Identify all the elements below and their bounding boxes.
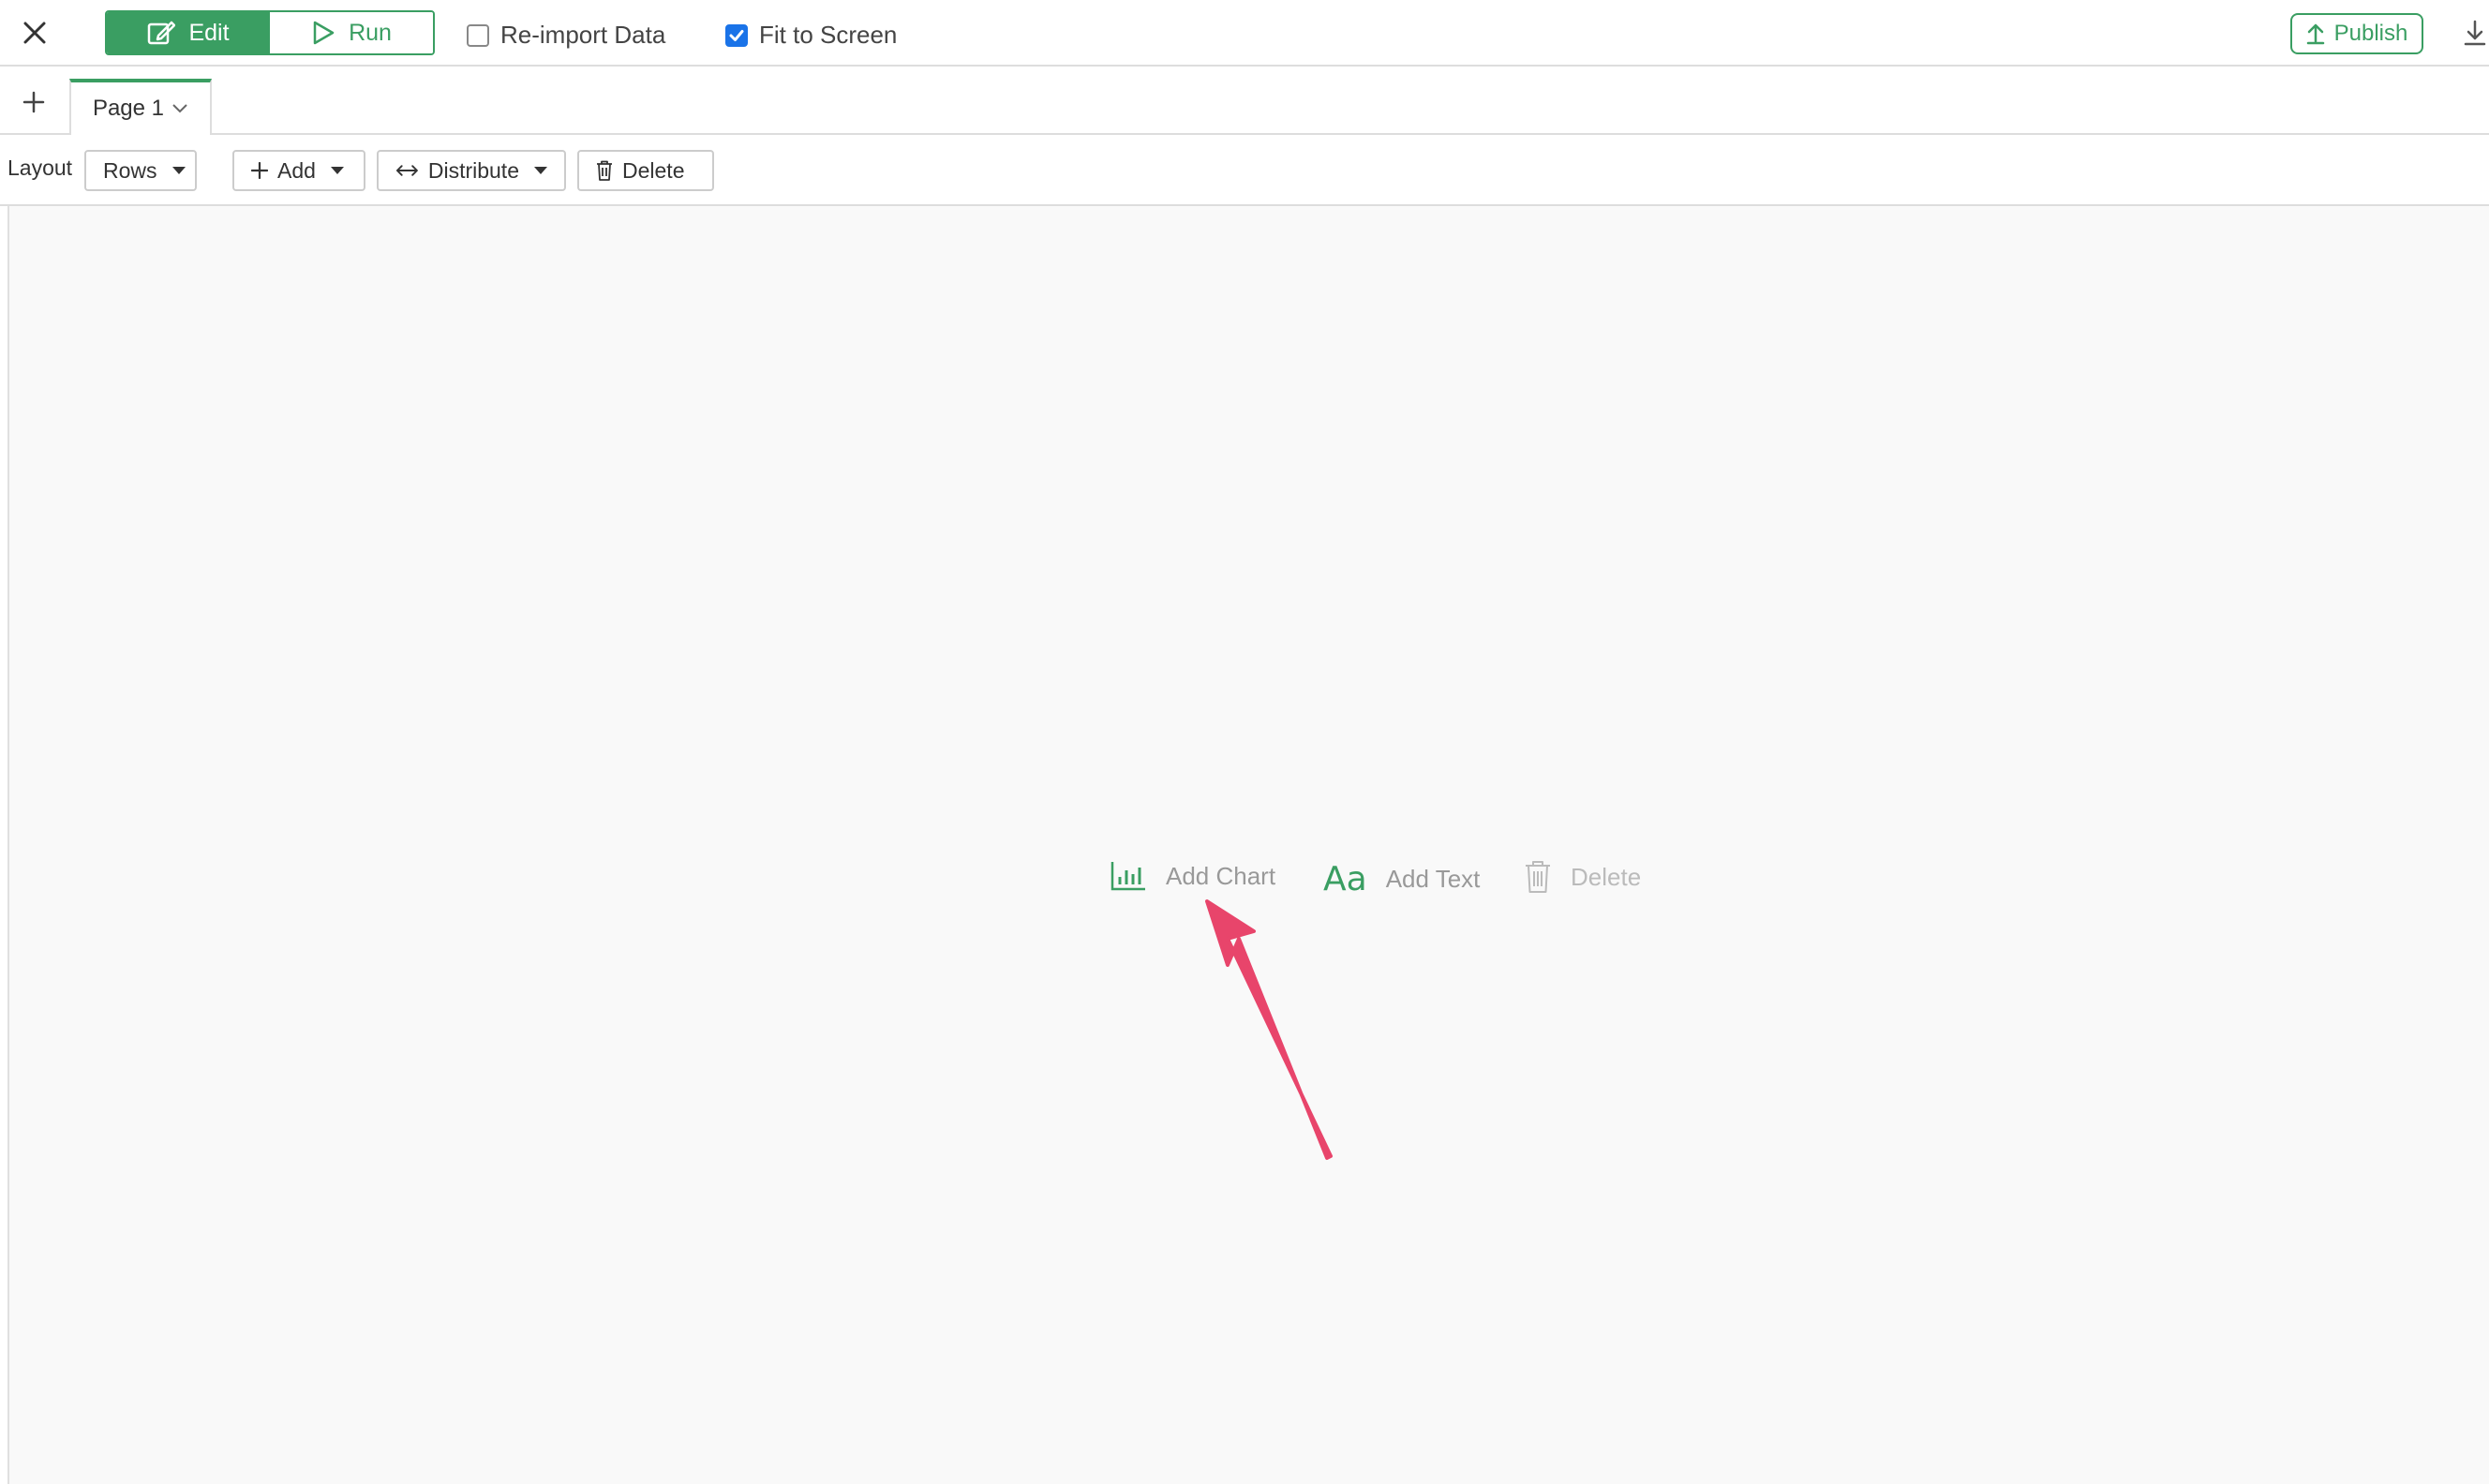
fit-to-screen-checkbox[interactable]: Fit to Screen — [725, 21, 897, 50]
fit-to-screen-label: Fit to Screen — [759, 21, 898, 49]
edit-mode-button[interactable]: Edit — [107, 12, 270, 53]
dashboard-canvas[interactable] — [7, 206, 2489, 1484]
layout-rows-dropdown[interactable]: Rows — [84, 150, 197, 191]
caret-down-icon — [171, 167, 186, 174]
distribute-label: Distribute — [427, 157, 519, 183]
reimport-data-label: Re-import Data — [500, 21, 666, 49]
edit-mode-label: Edit — [188, 19, 230, 46]
play-icon — [313, 21, 335, 45]
publish-button[interactable]: Publish — [2290, 13, 2423, 54]
page-tab-bar: Page 1 — [0, 67, 2489, 135]
trash-icon — [1526, 861, 1550, 893]
add-label: Add — [277, 157, 316, 183]
checkbox-checked[interactable] — [725, 23, 748, 47]
trash-icon — [597, 160, 612, 181]
layout-label: Layout — [7, 156, 73, 180]
close-icon — [23, 22, 46, 44]
add-text-label: Add Text — [1385, 865, 1481, 893]
canvas-delete-button[interactable]: Delete — [1524, 860, 1641, 894]
text-format-icon: Aa — [1323, 860, 1367, 898]
run-mode-label: Run — [349, 19, 392, 46]
mode-toggle: Edit Run — [105, 10, 435, 55]
distribute-dropdown-button[interactable]: Distribute — [377, 150, 566, 191]
download-button[interactable] — [2463, 19, 2487, 49]
tab-label: Page 1 — [92, 96, 165, 121]
plus-icon — [22, 91, 45, 113]
upload-icon — [2306, 23, 2324, 45]
caret-down-icon — [534, 167, 547, 174]
run-mode-button[interactable]: Run — [270, 12, 433, 53]
add-page-button[interactable] — [19, 87, 49, 117]
publish-label: Publish — [2333, 21, 2408, 46]
canvas-delete-label: Delete — [1571, 862, 1642, 891]
add-chart-button[interactable]: Add Chart — [1110, 860, 1275, 892]
horizontal-arrows-icon — [395, 165, 418, 176]
bar-chart-icon — [1110, 862, 1145, 891]
top-bar: Edit Run Re-import Data Fit to Screen Pu… — [0, 0, 2489, 67]
check-icon — [729, 29, 744, 41]
add-dropdown-button[interactable]: Add — [232, 150, 365, 191]
close-button[interactable] — [19, 17, 51, 49]
delete-button[interactable]: Delete — [577, 150, 714, 191]
reimport-data-checkbox[interactable]: Re-import Data — [467, 21, 665, 50]
caret-down-icon — [330, 167, 344, 174]
delete-label: Delete — [622, 157, 685, 183]
add-text-button[interactable]: Aa Add Text — [1323, 860, 1480, 898]
plus-icon — [251, 162, 268, 179]
add-chart-label: Add Chart — [1166, 861, 1276, 890]
layout-toolbar: Layout Rows Add Distribute Delete — [0, 135, 2489, 206]
edit-icon — [148, 21, 176, 45]
checkbox-unchecked[interactable] — [467, 23, 489, 47]
tab-page-1[interactable]: Page 1 — [69, 79, 212, 135]
download-icon — [2464, 20, 2486, 46]
layout-rows-label: Rows — [103, 157, 157, 183]
chevron-down-icon[interactable] — [171, 103, 188, 114]
